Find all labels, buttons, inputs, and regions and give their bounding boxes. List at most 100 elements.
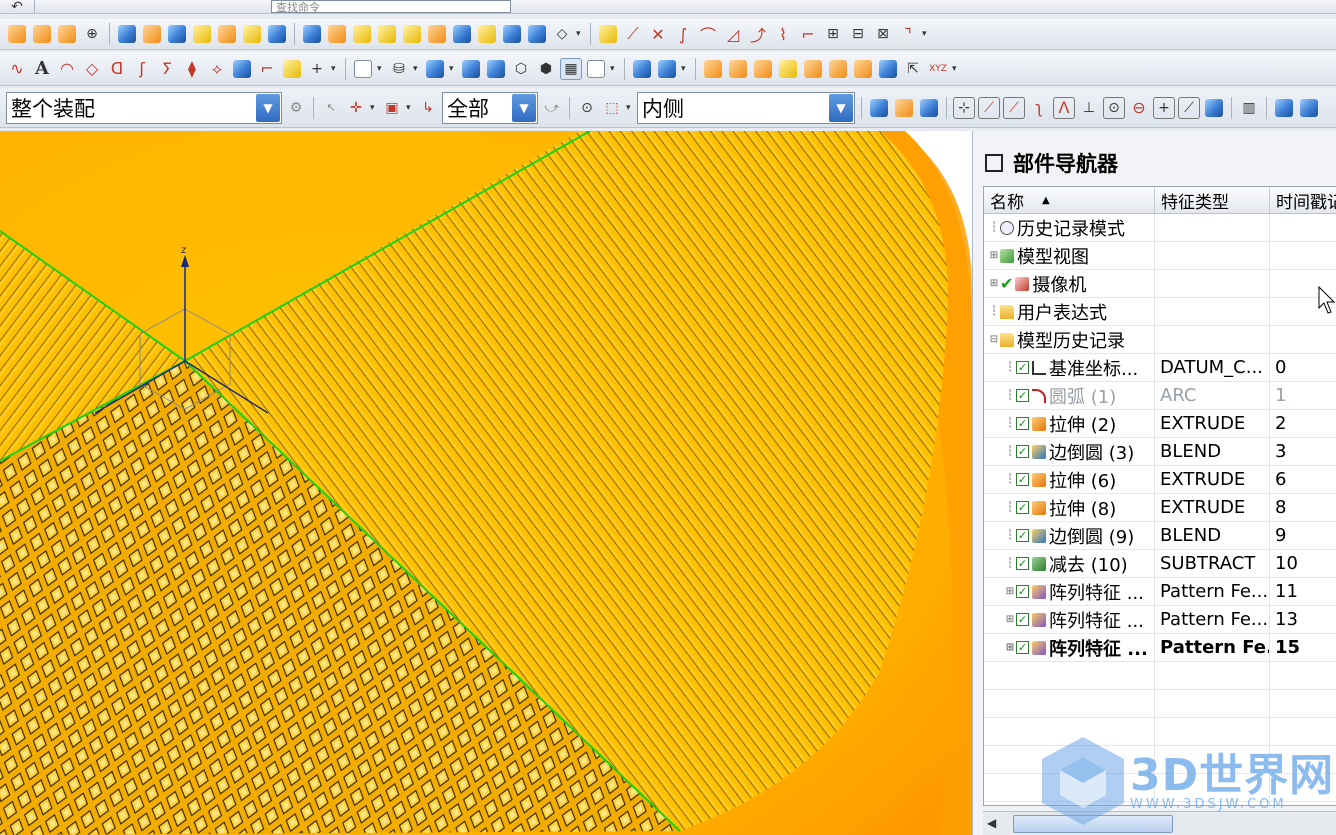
arc-tool-icon[interactable]: ⌐: [256, 58, 278, 80]
curve-length-icon[interactable]: ⌇: [772, 23, 794, 45]
shaded-view-icon[interactable]: [426, 59, 444, 78]
snap-existing-icon[interactable]: +: [1153, 96, 1175, 119]
intersect-icon[interactable]: ⊟: [847, 23, 869, 45]
xyz-icon[interactable]: XYZ: [927, 58, 949, 80]
body-select-icon[interactable]: [895, 98, 913, 117]
visibility-checkbox[interactable]: ✓: [1016, 417, 1029, 430]
command-search-input[interactable]: 查找命令: [271, 0, 511, 13]
chamfer-curve-icon[interactable]: ◿: [722, 23, 744, 45]
section-curve-icon[interactable]: ⧫: [181, 58, 203, 80]
fillet-curve-icon[interactable]: ⌒: [697, 23, 719, 45]
visibility-checkbox[interactable]: ✓: [1016, 557, 1029, 570]
subtract-tool-icon[interactable]: ⊠: [872, 23, 894, 45]
corner-icon[interactable]: ⌐: [797, 23, 819, 45]
visibility-checkbox[interactable]: ✓: [1016, 613, 1029, 626]
thicken-icon[interactable]: [353, 25, 371, 43]
offset-face-icon[interactable]: [243, 25, 261, 43]
plus-icon[interactable]: +: [306, 58, 328, 80]
magnet-icon[interactable]: ⤻: [541, 97, 563, 119]
chevron-down-icon[interactable]: ▼: [512, 93, 536, 122]
layer-move-icon[interactable]: [729, 59, 747, 78]
helix-icon[interactable]: ◠: [56, 58, 78, 80]
intersection-curve-icon[interactable]: ʃ: [131, 58, 153, 80]
pencil-icon[interactable]: [283, 59, 301, 78]
expand-icon[interactable]: ⊞: [1004, 586, 1016, 597]
polyline-icon[interactable]: ∿: [6, 58, 28, 80]
sheet-icon[interactable]: [193, 25, 211, 43]
layer-settings-icon[interactable]: [1300, 98, 1318, 117]
shaded-face-icon[interactable]: [487, 59, 505, 78]
scope-filter-dropdown[interactable]: 全部 ▼: [442, 91, 538, 124]
tree-row[interactable]: ⊞ ✓ 阵列特征 ... Pattern Fe... 13: [984, 606, 1336, 634]
spline-icon[interactable]: ∫: [672, 23, 694, 45]
tree-row[interactable]: ┆ ✓ 拉伸 (2) EXTRUDE 2: [984, 410, 1336, 438]
wcs-icon[interactable]: [658, 59, 676, 78]
isoparametric-icon[interactable]: ⵢ: [156, 58, 178, 80]
tree-row[interactable]: ┆ ✓ 拉伸 (6) EXTRUDE 6: [984, 466, 1336, 494]
column-name[interactable]: 名称 ▲: [984, 187, 1155, 213]
tree-row[interactable]: ⊞✓ 阵列特征 ... Pattern Fe...15: [984, 634, 1336, 662]
visibility-checkbox[interactable]: ✓: [1016, 361, 1029, 374]
column-timestamp[interactable]: 时间戳记: [1270, 187, 1336, 213]
hidden-lines-icon[interactable]: ⬢: [535, 58, 557, 80]
display-icon[interactable]: [804, 59, 822, 78]
render-style-icon[interactable]: ⛁: [388, 58, 410, 80]
snap-quadrant-icon[interactable]: ⊖: [1128, 97, 1150, 119]
feature-tree[interactable]: 名称▲ 特征类型 时间戳记 ┆历史记录模式⊞模型视图⊞✔摄像机┆用户表达式⊟模型…: [983, 186, 1336, 806]
add-point-icon[interactable]: ⊕: [81, 23, 103, 45]
tree-row[interactable]: ┆ 用户表达式: [984, 298, 1336, 326]
trim-sheet-icon[interactable]: [378, 25, 396, 43]
tree-row[interactable]: ┆ ✓ 边倒圆 (3) BLEND 3: [984, 438, 1336, 466]
cursor-icon[interactable]: ↖: [320, 97, 342, 119]
visibility-checkbox[interactable]: ✓: [1016, 473, 1029, 486]
inside-filter-dropdown[interactable]: 内侧 ▼: [637, 91, 855, 124]
arrow-select-icon[interactable]: ↳: [417, 97, 439, 119]
selection-filter-dropdown[interactable]: 整个装配 ▼: [6, 91, 282, 124]
select-box-icon[interactable]: ▣: [381, 97, 403, 119]
tree-row[interactable]: ┆ ✓ 圆弧 (1) ARC 1: [984, 382, 1336, 410]
center-select-icon[interactable]: ⊙: [576, 97, 598, 119]
tree-row[interactable]: ⊟ 模型历史记录: [984, 326, 1336, 354]
measure-icon[interactable]: [599, 25, 617, 43]
grid-points-icon[interactable]: [33, 25, 51, 43]
wrap-curve-icon[interactable]: ⟡: [206, 58, 228, 80]
visibility-checkbox[interactable]: ✓: [1016, 641, 1029, 654]
curve-extend-icon[interactable]: ⟋: [622, 23, 644, 45]
component-select-icon[interactable]: [920, 98, 938, 117]
block-icon[interactable]: [303, 25, 321, 43]
extend-sheet-icon[interactable]: [403, 25, 421, 43]
text-icon[interactable]: A: [31, 58, 53, 80]
tree-row[interactable]: ┆ ✓ 边倒圆 (9) BLEND 9: [984, 522, 1336, 550]
visibility-checkbox[interactable]: ✓: [1016, 389, 1029, 402]
layer-icon[interactable]: [704, 59, 722, 78]
trim-curve-icon[interactable]: ✕: [647, 23, 669, 45]
tree-row[interactable]: ┆ ✓ 减去 (10) SUBTRACT 10: [984, 550, 1336, 578]
collapse-icon[interactable]: ⊟: [988, 334, 1000, 345]
move-object-icon[interactable]: [633, 59, 651, 78]
tube-icon[interactable]: [233, 59, 251, 78]
unite-icon[interactable]: ⊞: [822, 23, 844, 45]
layer-copy-icon[interactable]: [754, 59, 772, 78]
tree-row[interactable]: ┆ ✓ 拉伸 (8) EXTRUDE 8: [984, 494, 1336, 522]
point-set-icon[interactable]: [8, 25, 26, 43]
shaded-edges-icon[interactable]: [462, 59, 480, 78]
bridge-curve-icon[interactable]: ⤴: [747, 23, 769, 45]
tree-row[interactable]: ┆ 历史记录模式: [984, 214, 1336, 242]
prism-icon[interactable]: [503, 25, 521, 43]
scroll-left-icon[interactable]: ◀: [987, 816, 996, 830]
horizontal-scrollbar[interactable]: ◀: [983, 811, 1336, 835]
snap-on-curve-icon[interactable]: ⟋: [1178, 96, 1200, 119]
edit-object-icon[interactable]: [779, 59, 797, 78]
snap-endpoint-icon[interactable]: ⊹: [953, 96, 975, 119]
offset-curve-icon[interactable]: ◇: [81, 58, 103, 80]
octahedron-icon[interactable]: ◇: [551, 23, 573, 45]
show-icon[interactable]: [854, 59, 872, 78]
filter-link-icon[interactable]: ⚙: [285, 97, 307, 119]
transform-icon[interactable]: ⇱: [902, 58, 924, 80]
blank-icon[interactable]: [879, 59, 897, 78]
snap-icon[interactable]: ✛: [345, 97, 367, 119]
display-mode-icon[interactable]: [1275, 98, 1293, 117]
visibility-checkbox[interactable]: ✓: [1016, 585, 1029, 598]
dotted-rectangle-icon[interactable]: ⬚: [601, 97, 623, 119]
snap-midpoint-icon[interactable]: ⟋: [978, 96, 1000, 119]
